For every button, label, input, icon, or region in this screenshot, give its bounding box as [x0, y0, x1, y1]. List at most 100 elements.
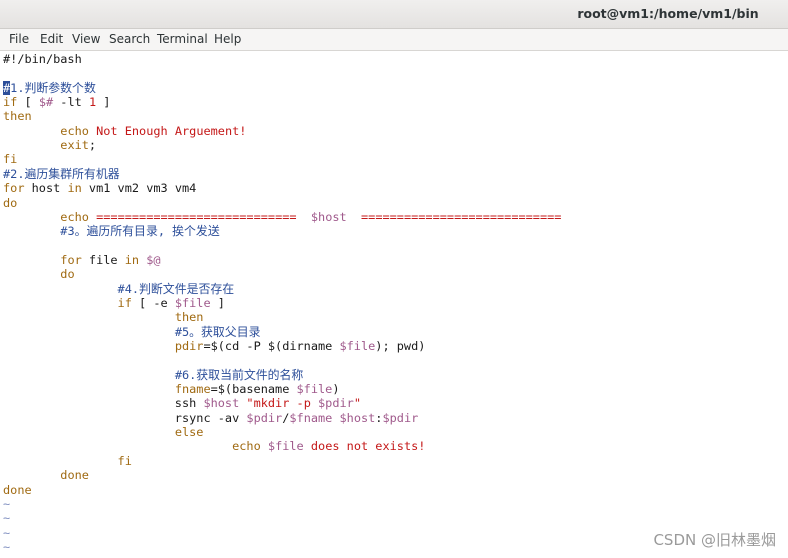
- terminal-line: if [ -e $file ]: [3, 296, 225, 310]
- code-token: [: [17, 95, 39, 110]
- code-token: fi: [117, 453, 132, 468]
- terminal-line: for host in vm1 vm2 vm3 vm4: [3, 181, 196, 195]
- code-token: do: [60, 267, 75, 282]
- terminal-line: fname=$(basename $file): [3, 382, 340, 397]
- code-token: #!/bin/bash: [3, 52, 82, 66]
- code-token: file: [81, 252, 125, 267]
- terminal-line: #4.判断文件是否存在: [3, 281, 235, 296]
- terminal-line: fi: [3, 152, 17, 166]
- menu-edit[interactable]: Edit: [40, 29, 63, 50]
- code-token: done: [60, 468, 89, 483]
- code-token: then: [3, 109, 32, 124]
- terminal-line: ssh $host "mkdir -p $pdir": [3, 396, 361, 410]
- code-token: -lt: [53, 95, 89, 110]
- code-token: ============================: [361, 209, 562, 224]
- terminal-line: #6.获取当前文件的名称: [3, 367, 304, 382]
- terminal-line: done: [3, 468, 89, 482]
- code-token: $file: [267, 439, 304, 454]
- code-token: then: [174, 310, 204, 325]
- code-token: [ -e: [131, 295, 175, 310]
- menu-file[interactable]: File: [9, 29, 29, 50]
- code-token: $pdir: [318, 396, 354, 411]
- code-token: $host: [310, 209, 347, 224]
- terminal-line: exit;: [3, 138, 96, 152]
- code-token: does not exists!: [310, 439, 426, 454]
- menu-view[interactable]: View: [72, 29, 100, 50]
- code-token: =$(basename: [210, 382, 297, 397]
- code-token: Not Enough Arguement!: [96, 123, 247, 138]
- code-token: ): [332, 382, 340, 397]
- terminal-line: #3。遍历所有目录, 挨个发送: [3, 224, 219, 238]
- code-token: $fname: [289, 410, 333, 425]
- code-token: ": [353, 396, 361, 411]
- code-token: fi: [3, 152, 18, 167]
- code-token: do: [3, 195, 18, 210]
- code-token: $pdir: [246, 410, 283, 425]
- code-token: ]: [210, 295, 225, 310]
- code-token: if: [3, 95, 18, 110]
- terminal-line: done: [3, 483, 32, 497]
- code-token: fname: [174, 382, 211, 397]
- code-token: for: [3, 181, 25, 196]
- code-token: $file: [174, 295, 211, 310]
- terminal-line: echo $file does not exists!: [3, 439, 425, 453]
- code-token: #4.判断文件是否存在: [117, 281, 235, 296]
- code-token: rsync -av: [3, 410, 247, 425]
- menu-search[interactable]: Search: [109, 29, 150, 50]
- code-token: ============================: [96, 209, 297, 224]
- code-token: echo: [60, 209, 89, 224]
- terminal-line: do: [3, 267, 75, 282]
- code-token: #2.遍历集群所有机器: [3, 166, 120, 181]
- terminal-line: ~: [3, 526, 10, 540]
- menu-terminal[interactable]: Terminal: [157, 29, 208, 50]
- terminal-line: then: [3, 310, 204, 325]
- csdn-watermark: CSDN @旧林墨烟: [653, 531, 776, 549]
- code-token: $@: [146, 252, 161, 267]
- code-token: "mkdir -p: [246, 396, 319, 411]
- code-token: ~: [3, 539, 11, 554]
- terminal-line: echo Not Enough Arguement!: [3, 124, 246, 138]
- code-token: 1.判断参数个数: [10, 80, 96, 95]
- terminal-line: #2.遍历集群所有机器: [3, 167, 120, 181]
- code-token: ~: [3, 496, 11, 511]
- terminal-line: #1.判断参数个数: [3, 80, 96, 95]
- code-token: ]: [96, 95, 111, 110]
- code-token: done: [3, 482, 32, 497]
- code-token: for: [60, 252, 82, 267]
- code-token: ;: [88, 138, 97, 153]
- terminal-line: do: [3, 196, 17, 210]
- terminal-line: else: [3, 425, 204, 440]
- terminal-content[interactable]: #!/bin/bash #1.判断参数个数 if [ $# -lt 1 ] then …: [0, 51, 788, 558]
- code-token: else: [174, 425, 204, 440]
- code-token: $file: [296, 382, 333, 397]
- code-token: pdir: [174, 339, 204, 353]
- terminal-line: rsync -av $pdir/$fname $host:$pdir: [3, 411, 418, 425]
- code-token: exit: [60, 138, 89, 153]
- terminal-line: for file in $@: [3, 252, 161, 267]
- code-token: #5。获取父目录: [174, 324, 261, 339]
- window-titlebar[interactable]: root@vm1:/home/vm1/bin: [0, 0, 788, 29]
- terminal-line: ~: [3, 511, 10, 525]
- terminal-line: if [ $# -lt 1 ]: [3, 95, 110, 109]
- code-token: #6.获取当前文件的名称: [174, 367, 304, 382]
- code-token: host: [24, 181, 68, 196]
- menu-help[interactable]: Help: [214, 29, 241, 50]
- code-token: =$(cd -P $(dirname: [203, 339, 340, 353]
